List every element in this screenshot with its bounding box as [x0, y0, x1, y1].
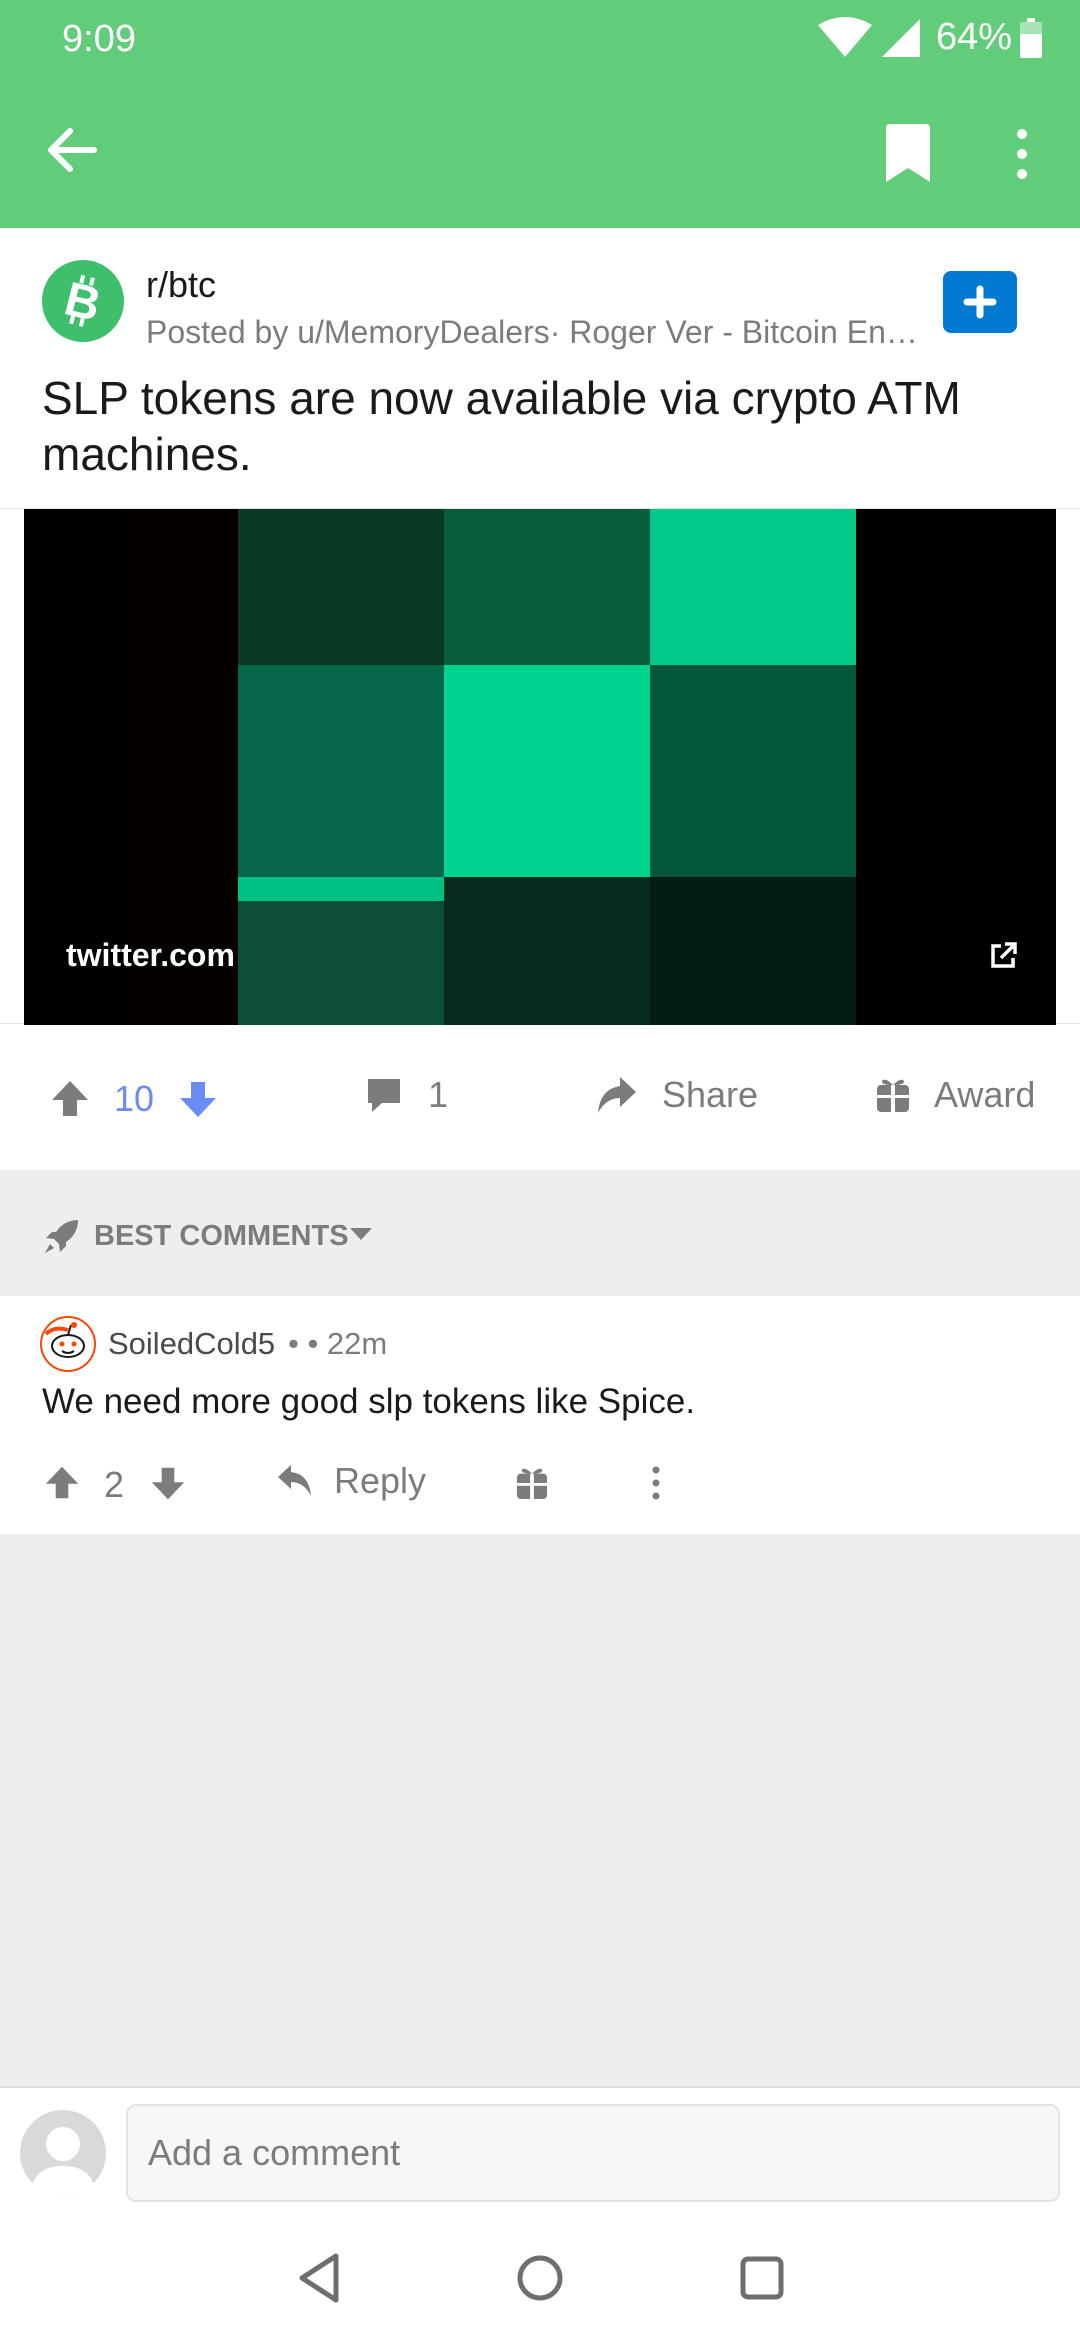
- thumbnail-tile: [238, 665, 444, 877]
- award-label: Award: [934, 1074, 1036, 1115]
- battery-percent: 64%: [935, 16, 1012, 58]
- post-title[interactable]: SLP tokens are now available via crypto …: [42, 370, 1042, 482]
- award-button[interactable]: Award: [876, 1074, 1035, 1116]
- wifi-icon: [816, 16, 874, 59]
- snoo-avatar-icon: [40, 1316, 96, 1372]
- thumbnail-tile: [650, 509, 856, 665]
- comment-sort-bar[interactable]: BEST COMMENTS: [0, 1170, 1080, 1296]
- triangle-back-icon: [299, 2253, 339, 2303]
- battery-icon: [1020, 17, 1042, 58]
- comment-body: We need more good slp tokens like Spice.: [42, 1382, 696, 1421]
- square-recents-icon: [740, 2256, 784, 2300]
- downvote-button[interactable]: [178, 1080, 218, 1120]
- reply-arrow-icon: [278, 1465, 311, 1496]
- add-comment-input[interactable]: [126, 2104, 1060, 2202]
- downvote-arrow-icon: [180, 1082, 216, 1117]
- cell-signal-icon: [880, 17, 922, 59]
- external-link-icon: [988, 941, 1018, 971]
- join-subreddit-button[interactable]: [943, 271, 1017, 333]
- share-label: Share: [662, 1074, 759, 1115]
- post-author-line[interactable]: Posted by u/MemoryDealers· Roger Ver - B…: [146, 314, 926, 351]
- comments-button[interactable]: 1: [364, 1074, 448, 1116]
- comment-time: • • 22m: [288, 1326, 388, 1361]
- share-arrow-icon: [598, 1077, 636, 1113]
- comment-upvote-button[interactable]: [44, 1464, 80, 1500]
- comment-score: 2: [104, 1464, 125, 1505]
- subreddit-name[interactable]: r/btc: [146, 264, 216, 306]
- sort-label: BEST COMMENTS: [94, 1220, 349, 1252]
- downvote-arrow-icon: [151, 1467, 185, 1500]
- comment-composer: [0, 2086, 1080, 2340]
- share-button[interactable]: Share: [596, 1074, 758, 1116]
- nav-recents-button[interactable]: [732, 2248, 792, 2308]
- overflow-menu-button[interactable]: [1004, 124, 1040, 184]
- user-avatar[interactable]: [20, 2110, 106, 2196]
- bookmark-icon: [886, 124, 930, 182]
- comment-author[interactable]: SoiledCold5: [108, 1326, 275, 1362]
- thumbnail-tile: [444, 509, 650, 665]
- user-silhouette-icon: [30, 2127, 96, 2196]
- thumbnail-tile: [238, 901, 444, 1025]
- status-icons: 64%: [816, 16, 1042, 59]
- more-vertical-icon: [1017, 129, 1027, 179]
- upvote-arrow-icon: [52, 1081, 88, 1116]
- thumbnail-tile: [444, 877, 650, 1025]
- thumbnail-tile: [238, 877, 444, 901]
- link-domain: twitter.com: [66, 937, 235, 973]
- gift-icon: [877, 1079, 909, 1112]
- comment-more-button[interactable]: [646, 1464, 666, 1502]
- back-button[interactable]: [40, 118, 104, 182]
- bitcoin-icon: B: [59, 273, 105, 333]
- comment-award-button[interactable]: [516, 1466, 548, 1500]
- upvote-button[interactable]: [50, 1078, 90, 1118]
- reply-label: Reply: [334, 1460, 427, 1501]
- thumbnail-tile: [444, 665, 650, 877]
- post-card: B r/btc Posted by u/MemoryDealers· Roger…: [0, 228, 1080, 1170]
- link-preview[interactable]: twitter.com: [0, 508, 1080, 1025]
- thumbnail-tile: [650, 665, 856, 877]
- nav-home-button[interactable]: [510, 2248, 570, 2308]
- gift-icon: [516, 1468, 548, 1499]
- commenter-avatar[interactable]: [40, 1316, 96, 1372]
- app-bar: 9:09 64%: [0, 0, 1080, 228]
- post-score: 10: [114, 1078, 155, 1119]
- post-action-bar: 10 1 Share Award: [0, 1028, 1080, 1168]
- plus-icon: [963, 285, 997, 319]
- thumbnail-tile: [238, 509, 444, 665]
- rocket-icon: [45, 1220, 78, 1253]
- comment-bubble-icon: [368, 1079, 400, 1112]
- nav-back-button[interactable]: [292, 2248, 352, 2308]
- comments-count: 1: [428, 1074, 449, 1115]
- comment-downvote-button[interactable]: [150, 1466, 186, 1502]
- system-nav-bar: [0, 2218, 1080, 2340]
- upvote-arrow-icon: [45, 1466, 79, 1499]
- reply-button[interactable]: Reply: [276, 1460, 426, 1502]
- comment-item: SoiledCold5 • • 22m We need more good sl…: [0, 1296, 1080, 1534]
- save-post-button[interactable]: [880, 124, 936, 184]
- dropdown-caret-icon: [350, 1228, 372, 1240]
- arrow-back-icon: [48, 128, 97, 172]
- status-time: 9:09: [62, 18, 136, 60]
- subreddit-icon[interactable]: B: [42, 260, 124, 342]
- more-vertical-icon: [652, 1466, 660, 1500]
- thumbnail-tile: [650, 877, 856, 1025]
- circle-home-icon: [517, 2255, 563, 2301]
